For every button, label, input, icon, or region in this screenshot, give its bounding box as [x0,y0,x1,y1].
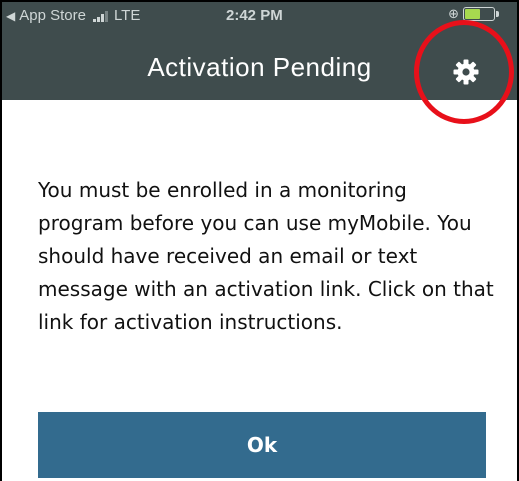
app-frame: ◀ App Store LTE 2:42 PM ⊕ Activation Pen… [0,0,519,481]
page-title: Activation Pending [147,52,372,82]
status-right: ⊕ [448,6,499,22]
back-to-app-label: App Store [19,7,86,24]
activation-message: You must be enrolled in a monitoring pro… [38,178,494,334]
status-bar: ◀ App Store LTE 2:42 PM ⊕ [2,2,517,30]
settings-button[interactable] [452,58,480,86]
gear-icon [453,59,479,85]
network-label: LTE [113,7,141,24]
status-time: 2:42 PM [226,7,283,24]
ok-button[interactable]: Ok [38,412,486,478]
battery-icon [463,7,499,21]
back-arrow-icon: ◀ [6,8,16,23]
status-left[interactable]: ◀ App Store LTE [6,7,140,24]
header-bar: ◀ App Store LTE 2:42 PM ⊕ Activation Pen… [2,2,517,100]
battery-level [465,9,481,19]
signal-icon [92,10,108,22]
orientation-lock-icon: ⊕ [448,6,459,21]
